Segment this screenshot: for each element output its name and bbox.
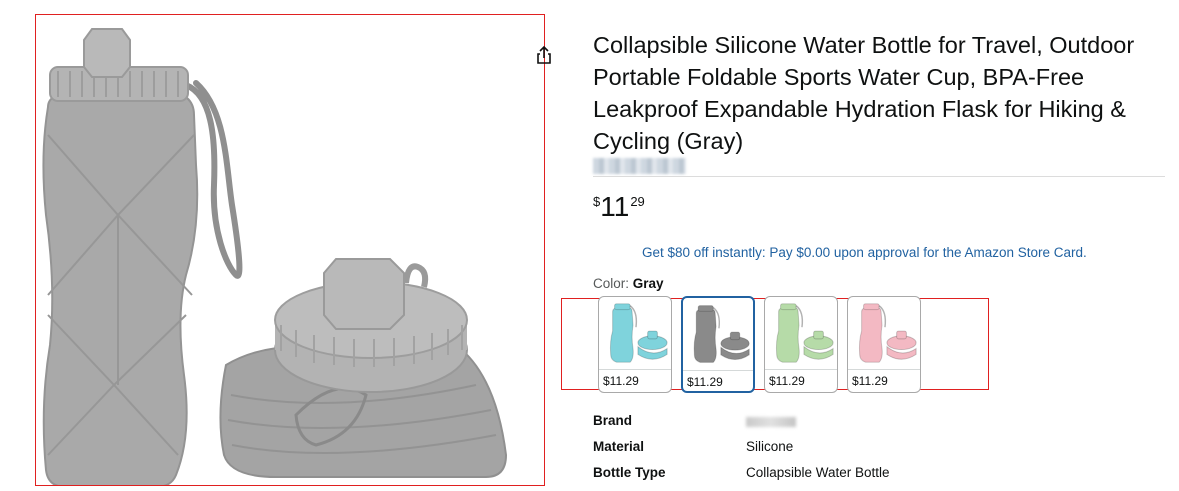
share-icon[interactable] <box>533 44 555 66</box>
bottle-illustration <box>42 28 508 485</box>
swatch-thumbnail <box>609 303 668 363</box>
swatch-thumbnail <box>858 303 917 363</box>
spec-value: Silicone <box>746 439 794 454</box>
spec-row-material: Material Silicone <box>593 439 1153 465</box>
product-image[interactable] <box>35 14 545 486</box>
swatch-divider <box>599 369 671 370</box>
swatch-price: $11.29 <box>603 374 639 388</box>
swatch-divider <box>683 370 753 371</box>
price-fraction: 29 <box>630 194 645 209</box>
price-symbol: $ <box>593 194 601 209</box>
brand-value-redacted <box>746 417 796 427</box>
spec-row-brand: Brand <box>593 413 1153 439</box>
swatch-price: $11.29 <box>769 374 805 388</box>
swatch-price: $11.29 <box>852 374 888 388</box>
swatch-thumbnail <box>775 303 834 363</box>
price-whole: 11 <box>600 191 630 222</box>
spec-row-bottle-type: Bottle Type Collapsible Water Bottle <box>593 465 1153 491</box>
price: $ 11 29 <box>593 192 645 222</box>
color-swatch[interactable]: $11.29 <box>764 296 838 393</box>
swatch-divider <box>765 369 837 370</box>
divider <box>593 176 1165 177</box>
spec-key: Material <box>593 439 645 454</box>
color-swatch[interactable]: $11.29 <box>681 296 755 393</box>
color-swatch[interactable]: $11.29 <box>598 296 672 393</box>
color-swatch[interactable]: $11.29 <box>847 296 921 393</box>
swatch-thumbnail <box>693 305 750 363</box>
color-label: Color: Gray <box>593 276 664 291</box>
brand-store-link[interactable] <box>593 158 686 174</box>
store-card-promo-link[interactable]: Get $80 off instantly: Pay $0.00 upon ap… <box>642 245 1087 260</box>
color-label-text: Color: <box>593 276 630 291</box>
spec-value: Collapsible Water Bottle <box>746 465 890 480</box>
product-title: Collapsible Silicone Water Bottle for Tr… <box>593 32 1135 154</box>
spec-key: Brand <box>593 413 633 428</box>
swatch-price: $11.29 <box>687 375 723 389</box>
spec-key: Bottle Type <box>593 465 666 480</box>
color-value: Gray <box>632 276 664 291</box>
swatch-divider <box>848 369 920 370</box>
